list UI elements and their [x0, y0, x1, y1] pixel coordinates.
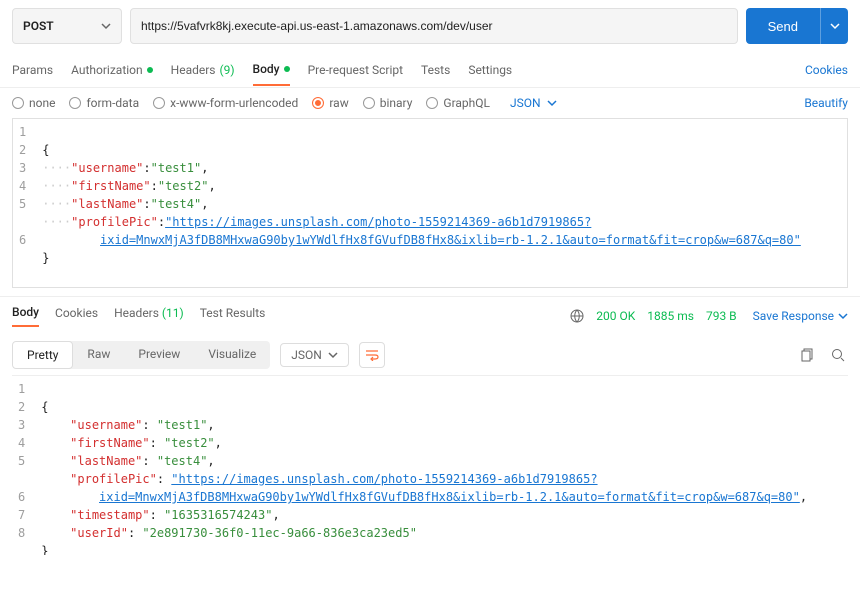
dot-icon	[147, 67, 153, 73]
copy-button[interactable]	[798, 345, 818, 365]
view-preview[interactable]: Preview	[124, 341, 194, 369]
chevron-down-icon	[830, 21, 840, 31]
wrap-lines-button[interactable]	[359, 342, 385, 368]
search-button[interactable]	[828, 345, 848, 365]
view-visualize[interactable]: Visualize	[194, 341, 270, 369]
status-area: 200 OK 1885 ms 793 B	[570, 309, 736, 323]
body-type-row: none form-data x-www-form-urlencoded raw…	[0, 88, 860, 118]
response-header: Body Cookies Headers (11) Test Results 2…	[0, 296, 860, 335]
res-tab-body[interactable]: Body	[12, 305, 39, 327]
view-raw[interactable]: Raw	[73, 341, 124, 369]
beautify-link[interactable]: Beautify	[804, 96, 848, 110]
url-input[interactable]	[130, 8, 738, 44]
line-gutter: 12345 678	[12, 376, 35, 555]
method-label: POST	[23, 19, 54, 33]
view-pretty[interactable]: Pretty	[12, 341, 73, 369]
radio-formdata[interactable]: form-data	[69, 96, 139, 110]
request-bar: POST Send	[0, 0, 860, 52]
res-tab-headers[interactable]: Headers (11)	[114, 306, 184, 326]
search-icon	[831, 348, 845, 362]
tab-tests[interactable]: Tests	[421, 54, 450, 86]
chevron-down-icon	[838, 311, 848, 321]
radio-binary[interactable]: binary	[363, 96, 413, 110]
response-type-dropdown[interactable]: JSON	[280, 343, 349, 367]
radio-graphql[interactable]: GraphQL	[426, 96, 490, 110]
tab-params[interactable]: Params	[12, 54, 53, 86]
tab-body[interactable]: Body	[253, 54, 290, 86]
view-mode-group: Pretty Raw Preview Visualize	[12, 341, 270, 369]
cookies-link[interactable]: Cookies	[805, 63, 848, 77]
tab-settings[interactable]: Settings	[468, 54, 512, 86]
wrap-icon	[365, 349, 379, 361]
response-toolbar: Pretty Raw Preview Visualize JSON	[0, 335, 860, 375]
tab-authorization[interactable]: Authorization	[71, 54, 153, 86]
status-size: 793 B	[706, 309, 737, 323]
dot-icon	[284, 66, 290, 72]
status-time: 1885 ms	[647, 309, 694, 323]
send-button[interactable]: Send	[746, 8, 820, 44]
response-body-editor[interactable]: 12345 678 { "username": "test1", "firstN…	[12, 375, 848, 555]
code-area[interactable]: { "username": "test1", "firstName": "tes…	[35, 376, 813, 555]
res-tab-tests[interactable]: Test Results	[200, 306, 266, 326]
res-tab-cookies[interactable]: Cookies	[55, 306, 98, 326]
body-lang-dropdown[interactable]: JSON	[510, 96, 557, 110]
tab-prerequest[interactable]: Pre-request Script	[308, 54, 403, 86]
send-button-group: Send	[746, 8, 848, 44]
code-area[interactable]: { ····"username":"test1", ····"firstName…	[36, 119, 807, 288]
radio-xwww[interactable]: x-www-form-urlencoded	[153, 96, 298, 110]
request-body-editor[interactable]: 12345 6 { ····"username":"test1", ····"f…	[12, 118, 848, 288]
request-tabs: Params Authorization Headers (9) Body Pr…	[0, 52, 860, 88]
radio-raw[interactable]: raw	[312, 96, 348, 110]
radio-none[interactable]: none	[12, 96, 55, 110]
chevron-down-icon	[101, 21, 111, 31]
method-select[interactable]: POST	[12, 8, 122, 44]
status-code: 200 OK	[596, 309, 635, 323]
send-dropdown[interactable]	[820, 8, 848, 44]
chevron-down-icon	[547, 98, 557, 108]
tab-headers[interactable]: Headers (9)	[171, 54, 235, 86]
copy-icon	[801, 348, 815, 362]
chevron-down-icon	[328, 350, 338, 360]
globe-icon	[570, 309, 584, 323]
line-gutter: 12345 6	[13, 119, 36, 288]
save-response[interactable]: Save Response	[753, 309, 848, 323]
